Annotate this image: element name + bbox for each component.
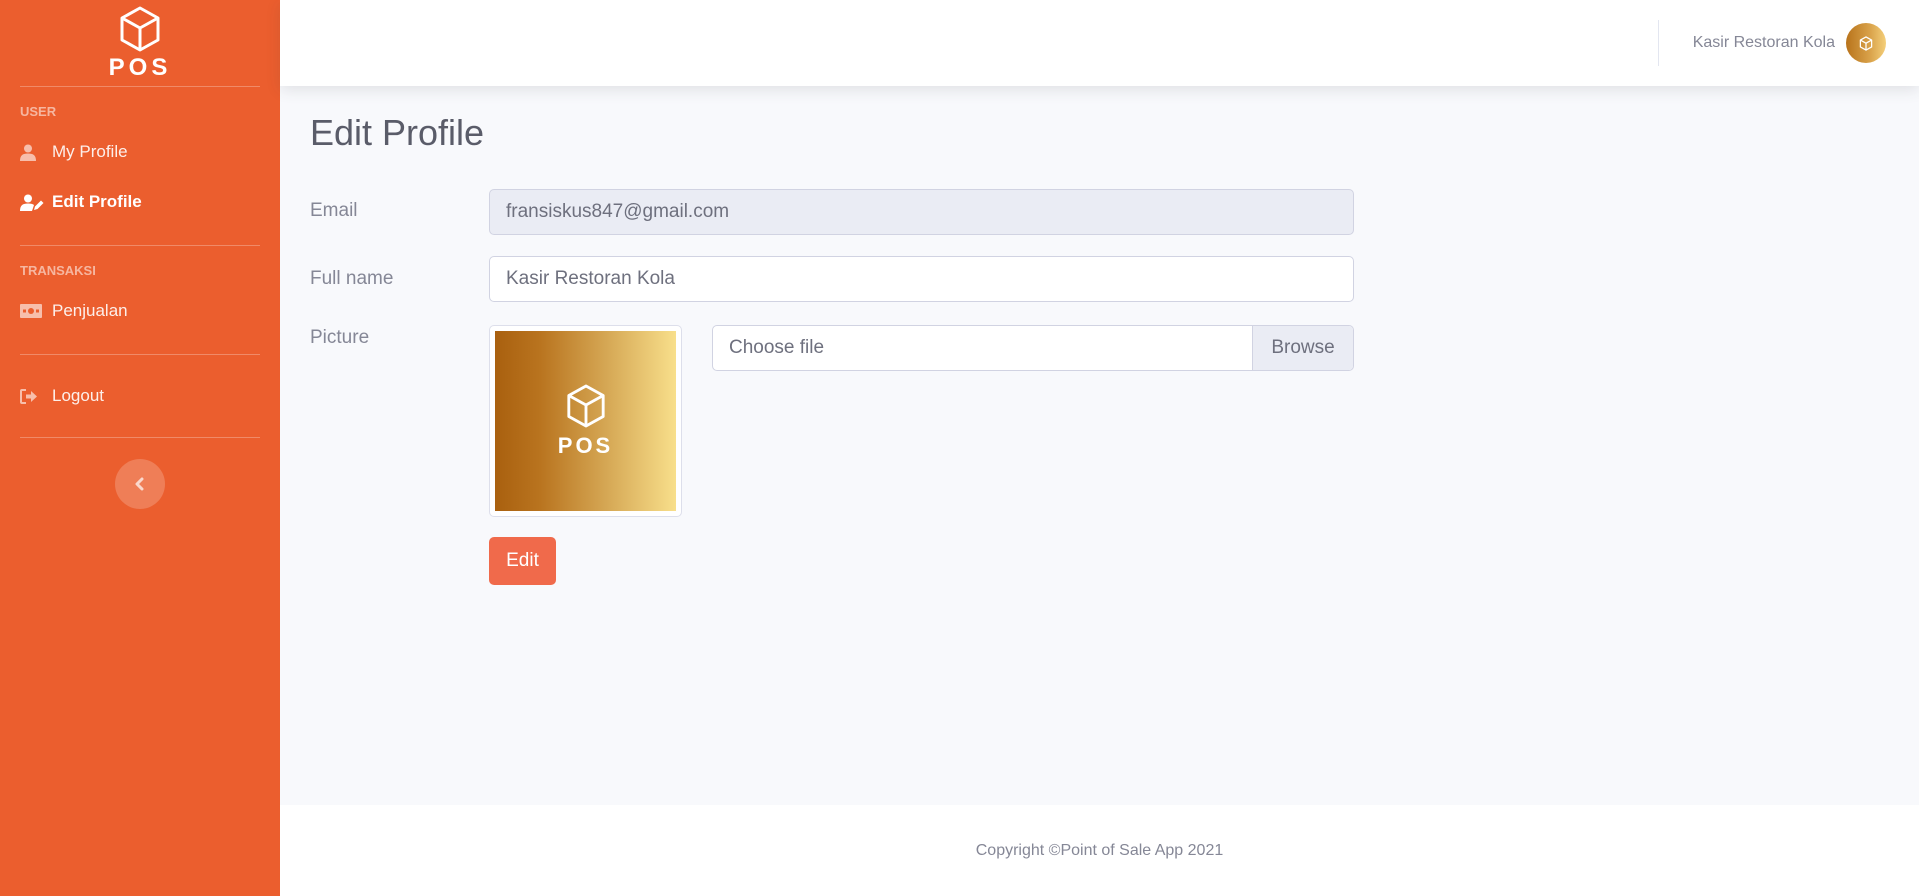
brand-logo[interactable]: POS: [0, 0, 280, 86]
cube-icon: [120, 6, 160, 52]
email-field[interactable]: [489, 189, 1354, 235]
avatar[interactable]: [1846, 23, 1886, 63]
picture-logo-text: POS: [557, 433, 614, 458]
sidebar-divider: [20, 245, 260, 246]
sidebar-item-my-profile[interactable]: My Profile: [0, 127, 280, 177]
sidebar-item-label: Penjualan: [52, 301, 128, 320]
profile-picture-preview: POS: [489, 325, 682, 517]
sidebar-item-edit-profile[interactable]: Edit Profile: [0, 177, 280, 227]
browse-button[interactable]: Browse: [1252, 326, 1353, 370]
user-icon: [20, 144, 52, 161]
fullname-field[interactable]: [489, 256, 1354, 302]
brand-text: POS: [108, 54, 172, 81]
sidebar-divider: [20, 437, 260, 438]
picture-label: Picture: [310, 327, 370, 348]
sidebar-item-penjualan[interactable]: Penjualan: [0, 286, 280, 336]
edit-button[interactable]: Edit: [489, 537, 556, 585]
page-title: Edit Profile: [310, 112, 485, 153]
footer: Copyright ©Point of Sale App 2021: [280, 805, 1919, 896]
file-input-label[interactable]: Choose file: [713, 326, 1252, 370]
copyright-text: Copyright ©Point of Sale App 2021: [975, 841, 1224, 859]
sidebar-heading-user: USER: [20, 104, 57, 119]
cube-icon: [1859, 35, 1873, 51]
sidebar-divider: [20, 354, 260, 355]
sidebar-item-label: Edit Profile: [52, 192, 142, 211]
user-edit-icon: [20, 194, 52, 211]
money-bill-icon: [20, 304, 52, 318]
sidebar-item-label: Logout: [52, 386, 104, 405]
cube-icon: [566, 384, 605, 428]
sidebar-divider: [20, 86, 260, 87]
sign-out-icon: [20, 388, 52, 404]
sidebar-toggle-button[interactable]: [115, 459, 165, 509]
topbar-divider: [1658, 20, 1659, 66]
email-label: Email: [310, 200, 358, 221]
chevron-left-icon: [135, 477, 144, 491]
sidebar-item-logout[interactable]: Logout: [0, 371, 280, 421]
user-name[interactable]: Kasir Restoran Kola: [1693, 0, 1835, 86]
fullname-label: Full name: [310, 268, 394, 289]
sidebar-heading-transaksi: TRANSAKSI: [20, 263, 96, 278]
sidebar: POS USER My Profile Edit Profile TRANSAK…: [0, 0, 280, 896]
sidebar-item-label: My Profile: [52, 142, 128, 161]
topbar: Kasir Restoran Kola: [280, 0, 1919, 86]
file-input[interactable]: Choose file Browse: [712, 325, 1354, 371]
